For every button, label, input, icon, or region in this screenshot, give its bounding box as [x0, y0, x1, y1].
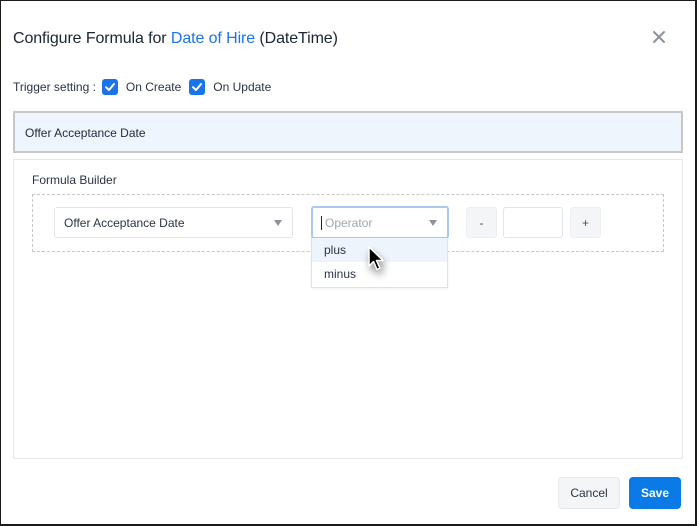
number-input[interactable]	[503, 207, 563, 238]
checkmark-icon	[192, 83, 203, 91]
increment-button[interactable]: +	[570, 207, 601, 238]
formula-expression-field[interactable]: Offer Acceptance Date	[13, 111, 683, 153]
checkmark-icon	[104, 83, 115, 91]
dropdown-arrow-icon	[429, 220, 437, 226]
on-update-label: On Update	[213, 80, 272, 94]
formula-builder-panel: Formula Builder Offer Acceptance Date Op…	[13, 159, 683, 459]
field-select[interactable]: Offer Acceptance Date	[54, 207, 293, 238]
close-button[interactable]	[650, 28, 668, 46]
title-prefix: Configure Formula for	[13, 30, 167, 47]
cancel-button[interactable]: Cancel	[558, 477, 620, 509]
on-create-label: On Create	[125, 80, 182, 94]
operator-option-minus[interactable]: minus	[312, 262, 447, 286]
title-field-name: Date of Hire	[170, 30, 256, 47]
operator-dropdown-menu: plus minus	[311, 238, 448, 288]
operator-option-plus[interactable]: plus	[312, 238, 447, 262]
close-icon	[653, 31, 665, 43]
text-caret	[321, 215, 322, 230]
on-create-checkbox[interactable]	[101, 79, 118, 95]
operator-placeholder: Operator	[325, 215, 373, 230]
field-select-value: Offer Acceptance Date	[64, 215, 185, 230]
dropdown-arrow-icon	[274, 220, 282, 226]
dialog-title: Configure Formula for Date of Hire (Date…	[13, 30, 338, 48]
formula-builder-label: Formula Builder	[32, 173, 117, 187]
on-update-checkbox[interactable]	[189, 79, 206, 95]
operator-select[interactable]: Operator	[311, 206, 449, 239]
trigger-label: Trigger setting :	[13, 80, 96, 94]
save-button[interactable]: Save	[629, 477, 681, 509]
trigger-setting: Trigger setting : On Create On Update	[13, 78, 273, 96]
title-field-type: (DateTime)	[259, 30, 338, 47]
decrement-button[interactable]: -	[466, 207, 497, 238]
